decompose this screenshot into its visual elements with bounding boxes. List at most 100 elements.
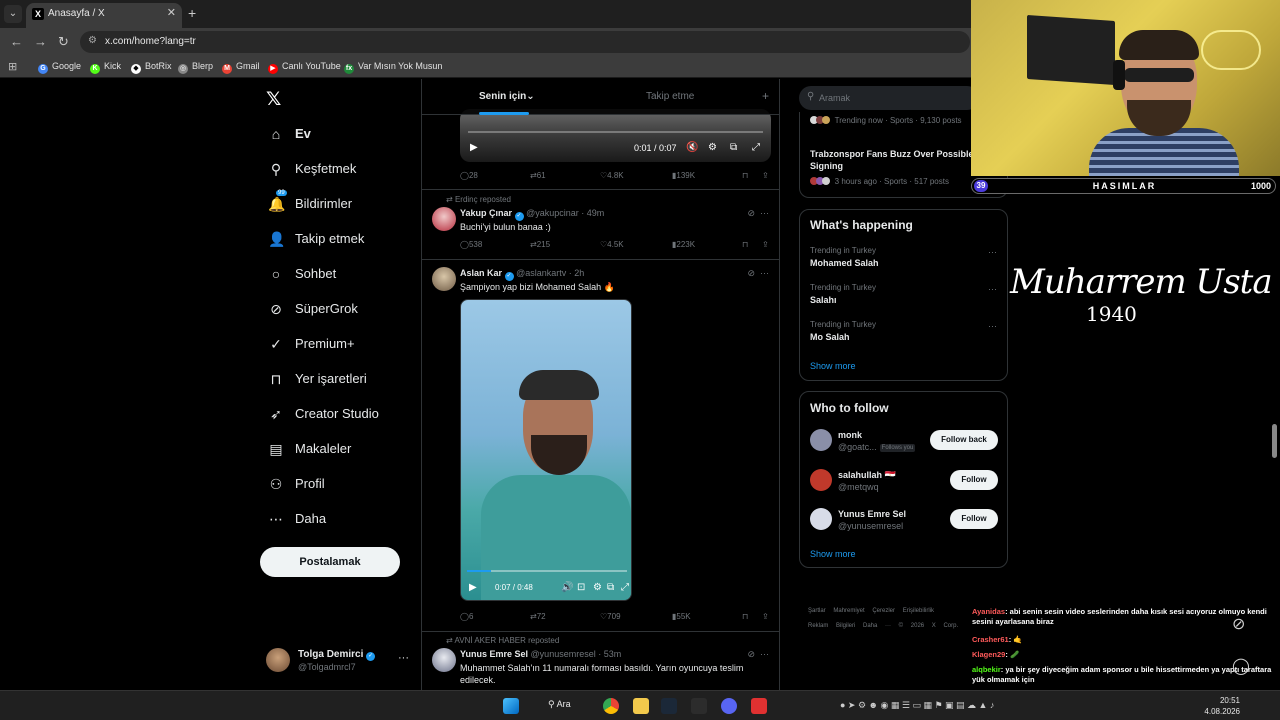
post-button[interactable]: Postalamak [260,547,400,577]
browser-tab[interactable]: X Anasayfa / X ✕ [26,3,182,28]
nav-item-bildirimler[interactable]: 🔔 99 Bildirimler [268,190,408,218]
bookmark-item[interactable]: K Kick [90,61,121,74]
tab-following[interactable]: Takip etme [646,91,694,102]
views-stat[interactable]: ▮ 55K [672,612,691,621]
nav-item-makaleler[interactable]: ▤ Makaleler [268,439,408,463]
reload-button[interactable]: ↻ [58,34,69,50]
settings-icon[interactable]: ⚙ [708,142,717,153]
trend-name[interactable]: Mo Salah [810,331,980,343]
volume-icon[interactable]: 🔊 [561,582,573,593]
mute-icon[interactable]: 🔇 [686,142,698,153]
footer-links[interactable]: Şartlar Mahremiyet Çerezler Erişilebilir… [808,608,934,614]
post-more-icon[interactable]: ⊘ ··· [747,208,769,219]
share-icon[interactable]: ⇪ [762,240,769,249]
video-progress-bar[interactable] [467,570,627,572]
video-player[interactable]: ▶ 0:07 / 0:48 🔊 ⊡ ⚙ ⧉ ⤢ [460,299,632,601]
author-handle[interactable]: @yakupcinar [526,208,579,218]
footer-links[interactable]: Reklam Bilgileri Daha ··· © 2026 X Corp. [808,623,958,629]
reply-button[interactable]: ◯ 6 [460,612,473,621]
tray-icons[interactable]: ● ➤ ⚙ ☻ ◉ ▦ ☰ ▭ ▦ ⚑ ▣ ▤ ☁ ▲ ♪ [840,700,994,711]
captions-icon[interactable]: ⊡ [577,582,585,593]
chrome-icon[interactable] [603,698,619,714]
media-player-icon[interactable] [751,698,767,714]
avatar[interactable] [810,469,832,491]
trend-name[interactable]: Mohamed Salah [810,257,980,269]
reply-button[interactable]: ◯ 538 [460,240,482,249]
bookmark-icon[interactable]: ⊓ [742,612,748,621]
share-icon[interactable]: ⇪ [762,171,769,180]
like-button[interactable]: ♡ 4.8K [600,171,624,180]
avatar[interactable] [810,508,832,530]
nav-item-daha[interactable]: ⋯ Daha [268,509,408,533]
follow-button[interactable]: Follow [950,509,998,529]
avatar[interactable] [432,207,456,231]
grok-icon[interactable]: ⊘ [1232,614,1245,634]
post-more-icon[interactable]: ⊘ ··· [747,268,769,279]
like-button[interactable]: ♡ 4.5K [600,240,624,249]
repost-button[interactable]: ⇄ 215 [530,240,550,249]
author-handle[interactable]: @yunusemresel [531,649,596,659]
fullscreen-icon[interactable]: ⤢ [621,582,629,593]
trend-more-icon[interactable]: ··· [988,247,997,257]
nav-item-takip-etmek[interactable]: 👤 Takip etmek [268,229,408,253]
bookmark-item[interactable]: ▶ Canlı YouTube [268,61,341,74]
address-bar[interactable]: ⚙ x.com/home?lang=tr [80,31,970,53]
post-more-icon[interactable]: ⊘ ··· [747,649,769,660]
video-progress-bar[interactable] [468,131,763,133]
avatar[interactable] [432,648,456,672]
tab-for-you[interactable]: Senin için⌄ [479,91,535,102]
avatar[interactable] [432,267,456,291]
steam-icon[interactable] [661,698,677,714]
repost-button[interactable]: ⇄ 72 [530,612,546,621]
user-name[interactable]: salahullah 🇪🇬 [838,470,896,481]
fullscreen-icon[interactable]: ⤢ [752,142,760,153]
nav-item-yer-işaretleri[interactable]: ⊓ Yer işaretleri [268,369,408,393]
post-time[interactable]: · 49m [581,208,604,218]
bookmark-item[interactable]: G Google [38,61,81,74]
share-icon[interactable]: ⇪ [762,612,769,621]
pip-icon[interactable]: ⧉ [730,142,737,153]
follow-button[interactable]: Follow [950,470,998,490]
page-scrollbar[interactable] [1272,424,1277,458]
bookmark-item[interactable]: ◎ Blerp [178,61,213,74]
repost-button[interactable]: ⇄ 61 [530,171,546,180]
app-icon[interactable] [691,698,707,714]
views-stat[interactable]: ▮ 223K [672,240,695,249]
trend-title[interactable]: Trabzonspor Fans Buzz Over Possible Sign… [810,148,980,172]
post-time[interactable]: · 53m [598,649,621,659]
play-icon[interactable]: ▶ [469,582,477,593]
nav-item-ev[interactable]: ⌂ Ev [268,124,408,148]
x-logo-icon[interactable]: 𝕏 [266,88,281,111]
follow-button[interactable]: Follow back [930,430,998,450]
new-tab-button[interactable]: + [188,5,196,21]
search-input[interactable]: ⚲ Aramak [799,86,979,110]
windows-start-icon[interactable] [503,698,519,714]
add-feed-icon[interactable]: + [762,89,769,103]
reply-button[interactable]: ◯ 28 [460,171,478,180]
back-button[interactable]: ← [10,34,23,49]
trend-more-icon[interactable]: ··· [988,321,997,331]
author-handle[interactable]: @aslankartv [516,268,566,278]
views-stat[interactable]: ▮ 139K [672,171,695,180]
more-options-icon[interactable]: ··· [398,652,409,664]
nav-item-premium-[interactable]: ✓ Premium+ [268,334,408,358]
user-name[interactable]: Yunus Emre Sel [838,509,906,519]
post-time[interactable]: · 2h [569,268,585,278]
settings-icon[interactable]: ⚙ [593,582,602,593]
show-more-link[interactable]: Show more [810,361,856,371]
nav-item-süpergrok[interactable]: ⊘ SüperGrok [268,299,408,323]
messages-icon[interactable]: ◯ [1232,656,1250,676]
show-more-link[interactable]: Show more [810,549,856,559]
discord-icon[interactable] [721,698,737,714]
taskbar-search[interactable]: ⚲ Ara [548,699,571,710]
nav-item-sohbet[interactable]: ○ Sohbet [268,264,408,288]
file-explorer-icon[interactable] [633,698,649,714]
nav-item-profil[interactable]: ⚇ Profil [268,474,408,498]
system-clock[interactable]: 20:51 4.08.2026 [1204,695,1240,717]
apps-grid-icon[interactable]: ⊞ [8,60,17,73]
nav-item-keşfetmek[interactable]: ⚲ Keşfetmek [268,159,408,183]
bookmark-icon[interactable]: ⊓ [742,171,748,180]
like-button[interactable]: ♡ 709 [600,612,621,621]
author-name[interactable]: Yunus Emre Sel [460,649,528,659]
pip-icon[interactable]: ⧉ [607,582,614,593]
